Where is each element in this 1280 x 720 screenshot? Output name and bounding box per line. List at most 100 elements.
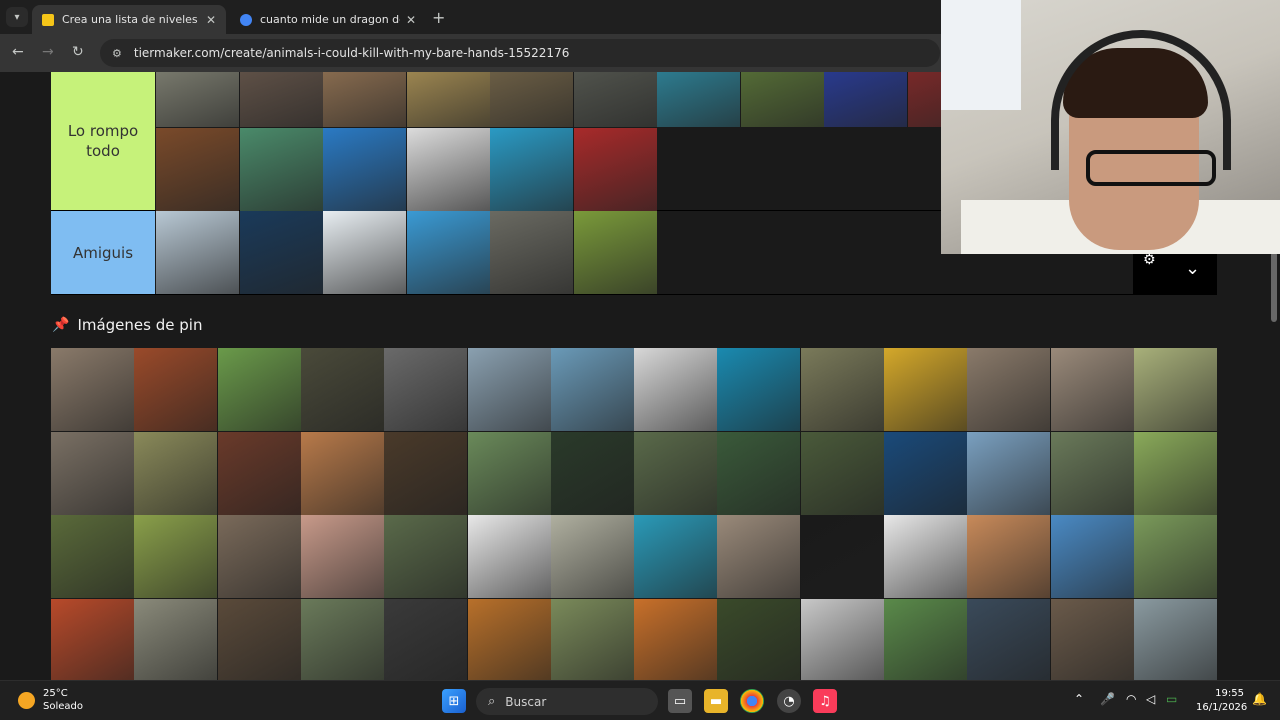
gear-icon[interactable]: ⚙ (1143, 252, 1156, 268)
tier-tile-kangaroo[interactable] (323, 72, 406, 127)
pin-tile-honey-badger[interactable] (51, 348, 134, 431)
close-icon[interactable]: ✕ (406, 13, 416, 27)
pin-tile-stegosaurus[interactable] (134, 598, 218, 680)
pin-tile-mastiff[interactable] (51, 515, 134, 598)
pin-tile-cobra[interactable] (800, 598, 884, 680)
pin-tile-blue-whale[interactable] (884, 431, 967, 515)
pin-tile-velociraptor[interactable] (800, 515, 884, 598)
pin-tile-bigfoot[interactable] (217, 598, 301, 680)
chevron-up-icon[interactable]: ⌃ (1074, 692, 1084, 706)
pin-tile-deer[interactable] (467, 348, 551, 431)
close-icon[interactable]: ✕ (206, 13, 216, 27)
site-info-icon[interactable]: ⚙ (112, 47, 122, 60)
pin-tile-koala[interactable] (467, 431, 551, 515)
pin-tile-camel[interactable] (967, 431, 1051, 515)
pin-tile-mammoth[interactable] (384, 431, 468, 515)
address-bar[interactable]: ⚙ tiermaker.com/create/animals-i-could-k… (100, 39, 940, 67)
pin-tile-stingray[interactable] (550, 515, 634, 598)
tier-tile-orca[interactable] (239, 211, 323, 294)
pin-tile-dimetrodon[interactable] (884, 515, 967, 598)
tier-tile-pufferfish[interactable] (239, 128, 323, 211)
pin-tile-t-rex[interactable] (1050, 431, 1134, 515)
tier-tile-lemur[interactable] (573, 72, 657, 127)
pin-tile-capybara[interactable] (550, 598, 634, 680)
chevron-down-icon[interactable]: ⌄ (1185, 258, 1200, 279)
pin-tile-sloth[interactable] (634, 431, 718, 515)
tier-tile-narwhal[interactable] (323, 128, 406, 211)
pin-tile-dried-earth[interactable] (217, 515, 301, 598)
pin-tile-donkey-2[interactable] (1133, 515, 1217, 598)
taskbar-search[interactable]: ⌕ Buscar (476, 688, 658, 715)
tier-tile-penguin[interactable] (156, 211, 239, 294)
volume-icon[interactable]: ◁ (1146, 692, 1155, 706)
weather-widget[interactable]: 25°C Soleado (18, 687, 83, 713)
pin-tile-porcupine[interactable] (800, 431, 884, 515)
pin-tile-rattlesnake[interactable] (1050, 348, 1134, 431)
tier-tile-centipede[interactable] (156, 128, 239, 211)
notification-icon[interactable]: 🔔 (1252, 692, 1267, 706)
pin-tile-peacock[interactable] (384, 515, 468, 598)
tab-google[interactable]: cuanto mide un dragon de komodo ✕ (230, 5, 426, 34)
tier-tile-rooster[interactable] (740, 72, 824, 127)
new-tab-button[interactable]: + (432, 8, 445, 27)
tier-tile-seal[interactable] (490, 211, 573, 294)
file-explorer-icon[interactable]: ▬ (704, 689, 728, 713)
clock[interactable]: 19:55 16/1/2026 (1196, 687, 1247, 715)
tab-search-button[interactable]: ▾ (6, 7, 28, 27)
pin-tile-cow[interactable] (217, 348, 301, 431)
tier-label[interactable]: Lo rompo todo (51, 72, 155, 210)
tier-tile-bernese-dog[interactable] (573, 211, 657, 294)
pin-tile-piranha[interactable] (217, 431, 301, 515)
forward-arrow-icon[interactable]: → (42, 44, 54, 60)
wifi-icon[interactable]: ◠ (1126, 692, 1136, 706)
pin-tile-wombat[interactable] (1050, 598, 1134, 680)
app-icon[interactable]: ◔ (777, 689, 801, 713)
pin-tile-sea-turtle[interactable] (717, 348, 801, 431)
pin-tile-condor[interactable] (634, 348, 718, 431)
pin-tile-tortoise[interactable] (717, 431, 801, 515)
pin-tile-rottweiler[interactable] (134, 515, 218, 598)
tier-tile-donkey[interactable] (156, 72, 239, 127)
task-view-icon[interactable]: ▭ (668, 689, 692, 713)
pin-tile-elk[interactable] (1133, 598, 1217, 680)
tab-tiermaker[interactable]: Crea una lista de niveles de animales ✕ (32, 5, 226, 34)
tier-tile-man[interactable] (406, 211, 490, 294)
pin-tile-emu[interactable] (717, 515, 801, 598)
pin-tile-parasaurolophus[interactable] (467, 515, 551, 598)
pin-tile-ankylosaurus[interactable] (300, 598, 384, 680)
tier-tile-seahorse[interactable] (490, 128, 573, 211)
pin-tile-heron[interactable] (550, 348, 634, 431)
tier-tile-wolverine[interactable] (239, 72, 323, 127)
tier-tile-platypus[interactable] (406, 72, 490, 127)
windows-start-icon[interactable]: ⊞ (442, 689, 466, 713)
tier-tile-dolphin[interactable] (323, 211, 406, 294)
chrome-icon[interactable] (740, 689, 764, 713)
pin-tile-armadillo-2[interactable] (967, 515, 1051, 598)
pin-tile-tasmanian-devil[interactable] (967, 348, 1051, 431)
tier-tile-scorpion[interactable] (406, 128, 490, 211)
pin-tile-frilled-lizard[interactable] (384, 598, 468, 680)
pin-tile-zebra[interactable] (134, 431, 218, 515)
pin-tile-llama[interactable] (1133, 431, 1217, 515)
pin-tile-tiger[interactable] (467, 598, 551, 680)
pin-tile-iguana[interactable] (800, 348, 884, 431)
pin-tile-raccoon[interactable] (384, 348, 468, 431)
pin-tile-bull[interactable] (300, 348, 384, 431)
pin-tile-fox[interactable] (634, 598, 718, 680)
tier-label[interactable]: Amiguis (51, 211, 155, 294)
scrollbar-thumb[interactable] (1271, 252, 1277, 322)
pin-tile-crab[interactable] (717, 598, 801, 680)
pin-tile-kentrosaurus[interactable] (51, 598, 134, 680)
tier-tile-octopus[interactable] (824, 72, 907, 127)
reload-icon[interactable]: ↻ (72, 44, 84, 60)
battery-icon[interactable]: ▭ (1166, 692, 1177, 706)
back-arrow-icon[interactable]: ← (12, 44, 24, 60)
pin-tile-skunk[interactable] (51, 431, 134, 515)
pin-tile-moose[interactable] (967, 598, 1051, 680)
tier-tile-sea-urchin[interactable] (573, 128, 657, 211)
pin-tile-iguanodon[interactable] (1050, 515, 1134, 598)
tier-tile-armadillo[interactable] (490, 72, 573, 127)
pin-tile-blue-ringed-octopus[interactable] (884, 348, 967, 431)
pin-tile-manta-ray[interactable] (634, 515, 718, 598)
tier-tile-grouper[interactable] (657, 72, 740, 127)
